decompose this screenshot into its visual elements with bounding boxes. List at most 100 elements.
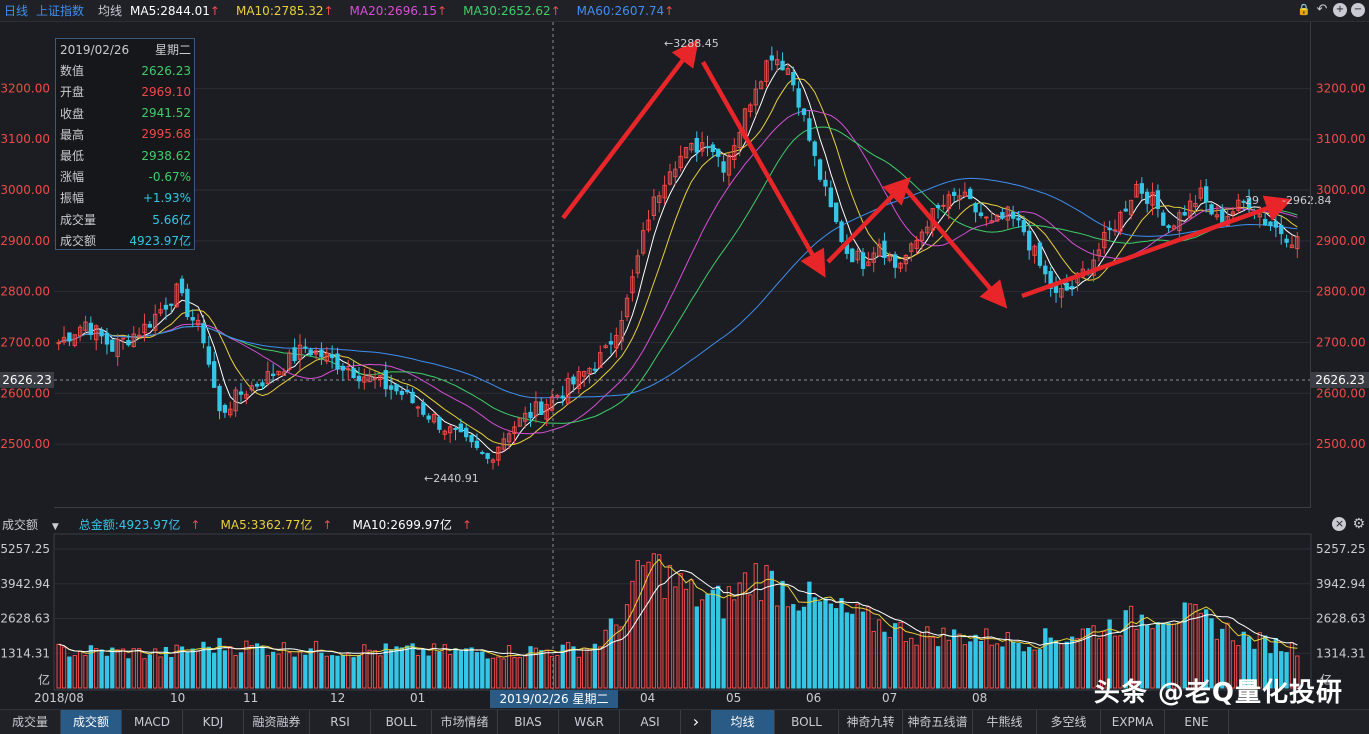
volume-bar	[437, 651, 442, 689]
volume-bar	[367, 649, 372, 689]
price-tick-label-right: 2500.00	[1316, 437, 1366, 451]
volume-bar	[780, 580, 785, 689]
volume-bar	[356, 655, 362, 689]
volume-bar	[694, 606, 699, 689]
volume-bar	[131, 648, 136, 689]
volume-menu[interactable]: 成交额 ▼	[2, 516, 69, 533]
date-tick-label: 01	[410, 691, 426, 705]
tab-ENE[interactable]: ENE	[1165, 710, 1229, 734]
price-tick-label-left: 2800.00	[0, 285, 50, 299]
info-key: 数值	[60, 64, 85, 79]
volume-bar	[233, 654, 238, 689]
volume-bar	[903, 641, 909, 689]
tabs-scroll-arrow-icon[interactable]: ›	[681, 710, 711, 734]
indicator-tabs: 成交量 成交额 MACD KDJ 融资融券 RSI BOLL 市场情绪 BIAS W&R ASI ›…	[0, 709, 1369, 734]
volume-bar	[120, 648, 126, 689]
volume-bar	[951, 629, 957, 689]
volume-bar	[1059, 643, 1064, 689]
volume-bar	[206, 646, 211, 689]
tab-神奇九转[interactable]: 神奇九转	[839, 710, 903, 734]
volume-bar	[265, 655, 270, 689]
settings-icon[interactable]: ⚙	[1352, 517, 1365, 531]
volume-bar	[126, 658, 131, 689]
tab-MACD[interactable]: MACD	[122, 710, 183, 734]
volume-bar	[388, 649, 394, 689]
volume-bar	[839, 598, 844, 689]
tab-RSI[interactable]: RSI	[310, 710, 371, 734]
info-date: 2019/02/26	[60, 42, 130, 57]
volume-bar	[313, 640, 319, 689]
volume-bar	[67, 656, 72, 689]
volume-bar	[217, 637, 222, 689]
volume-bar	[453, 648, 458, 689]
tab-牛熊线[interactable]: 牛熊线	[973, 710, 1037, 734]
tab-均线[interactable]: 均线	[711, 710, 775, 734]
price-tick-label-left: 2600.00	[0, 386, 50, 400]
volume-bar	[94, 648, 99, 689]
volume-bar	[142, 658, 147, 689]
volume-bar	[351, 657, 356, 689]
volume-bar	[260, 645, 265, 689]
volume-bar	[158, 656, 163, 689]
price-tick-label-right: 2600.00	[1316, 386, 1366, 400]
info-value: 2938.62	[141, 148, 191, 163]
volume-tick-label-right: 1314.31	[1316, 646, 1366, 660]
date-tick-label: 2018/08	[34, 691, 84, 705]
info-value: 2969.10	[141, 84, 191, 99]
volume-bar	[887, 637, 892, 689]
volume-tick-label-right: 5257.25	[1316, 542, 1366, 556]
tab-BOLL[interactable]: BOLL	[775, 710, 839, 734]
volume-bar	[147, 654, 152, 689]
volume-bar	[716, 585, 721, 689]
info-value: 2995.68	[141, 127, 191, 142]
tabs-left-group: 成交量 成交额 MACD KDJ 融资融券 RSI BOLL 市场情绪 BIAS W&R ASI	[0, 710, 681, 734]
tab-KDJ[interactable]: KDJ	[183, 710, 244, 734]
volume-bar	[710, 589, 716, 689]
volume-bar	[464, 648, 469, 689]
volume-ma5-arrow-icon: ↑	[322, 517, 333, 532]
volume-bar	[807, 581, 812, 689]
volume-bar	[844, 612, 850, 689]
tab-神奇五线谱[interactable]: 神奇五线谱	[903, 710, 973, 734]
info-value: -0.67%	[148, 169, 191, 184]
tab-W&R[interactable]: W&R	[559, 710, 620, 734]
volume-bar	[1069, 636, 1075, 689]
tab-BIAS[interactable]: BIAS	[498, 710, 559, 734]
volume-bar	[1000, 646, 1005, 689]
volume-bar	[619, 626, 624, 689]
volume-bar	[308, 648, 313, 689]
tab-成交额[interactable]: 成交额	[61, 710, 122, 734]
volume-bar	[544, 649, 549, 689]
volume-bar	[549, 655, 555, 689]
tab-多空线[interactable]: 多空线	[1037, 710, 1101, 734]
volume-bar	[1005, 631, 1010, 689]
volume-bar	[447, 654, 453, 689]
info-value: +1.93%	[142, 190, 191, 205]
volume-tick-label-left: 2628.63	[0, 612, 50, 626]
data-tooltip-box: 2019/02/26 星期二 数值 2626.23 开盘 2969.10 收盘 2941.…	[55, 38, 195, 250]
volume-bar	[871, 630, 876, 689]
volume-bar	[882, 631, 887, 689]
info-date-row: 2019/02/26 星期二	[56, 39, 194, 60]
close-icon[interactable]: ×	[1332, 517, 1347, 531]
volume-bar	[630, 580, 635, 689]
date-tick-label: 08	[972, 691, 988, 705]
volume-bar	[941, 627, 946, 689]
date-tick-label: 06	[806, 691, 822, 705]
info-key: 涨幅	[60, 170, 85, 185]
volume-bar	[517, 657, 522, 689]
volume-bar	[383, 643, 388, 689]
volume-bar	[683, 588, 689, 689]
tab-BOLL[interactable]: BOLL	[371, 710, 432, 734]
tab-ASI[interactable]: ASI	[620, 710, 681, 734]
volume-bar	[898, 621, 903, 689]
price-tick-label-left: 3100.00	[0, 132, 50, 146]
volume-bar	[394, 646, 399, 689]
volume-bar	[399, 647, 405, 689]
volume-bar	[662, 598, 667, 689]
tab-EXPMA[interactable]: EXPMA	[1101, 710, 1165, 734]
tab-成交量[interactable]: 成交量	[0, 710, 61, 734]
tab-融资融券[interactable]: 融资融券	[244, 710, 310, 734]
tab-市场情绪[interactable]: 市场情绪	[432, 710, 498, 734]
volume-ma10-text: MA10:2699.97亿	[352, 517, 452, 532]
